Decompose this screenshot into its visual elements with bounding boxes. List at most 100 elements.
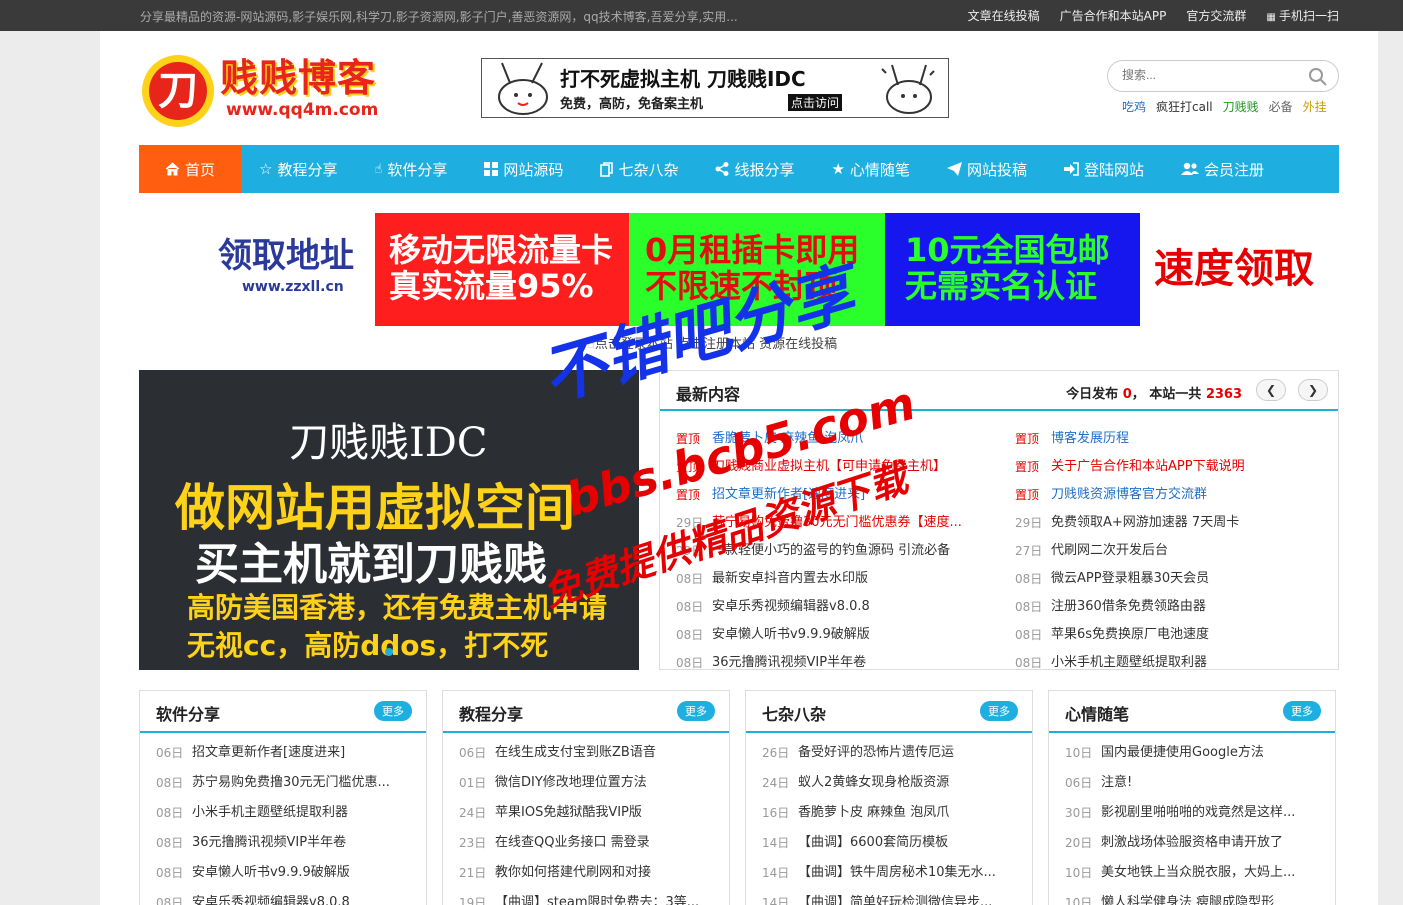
item-title[interactable]: 微信DIY修改地理位置方法 (495, 773, 715, 803)
more-button[interactable]: 更多 (1283, 701, 1321, 721)
more-button[interactable]: 更多 (677, 701, 715, 721)
promo-banner[interactable]: 领取地址 www.zzxll.cn 移动无限流量卡 真实流量95% 0月租插卡即… (210, 213, 1340, 326)
item-title[interactable]: 小米手机主题壁纸提取利器 (192, 803, 412, 833)
search-icon[interactable] (1308, 67, 1328, 87)
list-item[interactable]: 08日 小米手机主题壁纸提取利器 (156, 803, 426, 833)
item-title[interactable]: 安卓懒人听书v9.9.9破解版 (192, 863, 412, 893)
list-item[interactable]: 08日 36元撸腾讯视频VIP半年卷 (156, 833, 426, 863)
item-title[interactable]: 36元撸腾讯视频VIP半年卷 (192, 833, 412, 863)
item-title[interactable]: 刀贱贱资源博客官方交流群 (1051, 485, 1207, 513)
list-item[interactable]: 24日 蚁人2黄蜂女现身枪版资源 (762, 773, 1032, 803)
top-link-ad-app[interactable]: 广告合作和本站APP (1060, 7, 1167, 24)
hotword-link[interactable]: 必备 (1269, 98, 1293, 115)
item-title[interactable]: 苏宁易购免费撸30元无门槛优惠... (192, 773, 412, 803)
nav-software[interactable]: ☝ 软件分享 (356, 145, 466, 193)
list-item[interactable]: 置顶 刀贱贱商业虚拟主机【可申请免费主机】 (676, 457, 996, 485)
item-title[interactable]: 招文章更新作者[速度进来] (712, 485, 865, 513)
list-item[interactable]: 06日 在线生成支付宝到账ZB语音 (459, 743, 729, 773)
item-title[interactable]: 安卓乐秀视频编辑器v8.0.8 (192, 893, 412, 905)
hotword-link[interactable]: 外挂 (1303, 98, 1327, 115)
list-item[interactable]: 08日 安卓懒人听书v9.9.9破解版 (156, 863, 426, 893)
item-title[interactable]: 注意! (1101, 773, 1321, 803)
more-button[interactable]: 更多 (980, 701, 1018, 721)
item-title[interactable]: 备受好评的恐怖片遗传厄运 (798, 743, 1018, 773)
list-item[interactable]: 29日 免费领取A+网游加速器 7天周卡 (1015, 513, 1335, 541)
nav-login[interactable]: 登陆网站 (1046, 145, 1163, 193)
item-title[interactable]: 最新安卓抖音内置去水印版 (712, 569, 868, 597)
list-item[interactable]: 19日 【曲调】steam限时免费去：3等... (459, 893, 729, 905)
list-item[interactable]: 08日 微云APP登录粗暴30天会员 (1015, 569, 1335, 597)
item-title[interactable]: 博客发展历程 (1051, 429, 1129, 457)
item-title[interactable]: 刀贱贱商业虚拟主机【可申请免费主机】 (712, 457, 946, 485)
item-title[interactable]: 代刷网二次开发后台 (1051, 541, 1168, 569)
top-link-mobile-scan[interactable]: ▦ 手机扫一扫 (1266, 7, 1339, 24)
top-link-group[interactable]: 官方交流群 (1186, 7, 1246, 24)
item-title[interactable]: 刺激战场体验服资格申请开放了 (1101, 833, 1321, 863)
item-title[interactable]: 小米手机主题壁纸提取利器 (1051, 653, 1207, 669)
item-title[interactable]: 懒人科学健身法 瘦腿成隐型形 (1101, 893, 1321, 905)
hotword-link[interactable]: 吃鸡 (1122, 98, 1146, 115)
list-item[interactable]: 20日 刺激战场体验服资格申请开放了 (1065, 833, 1335, 863)
item-title[interactable]: 苹果6s免费换原厂电池速度 (1051, 625, 1209, 653)
list-item[interactable]: 24日 苹果IOS免越狱酷我VIP版 (459, 803, 729, 833)
list-item[interactable]: 08日 苹果6s免费换原厂电池速度 (1015, 625, 1335, 653)
nav-misc[interactable]: 七杂八杂 (582, 145, 697, 193)
list-item[interactable]: 06日 注意! (1065, 773, 1335, 803)
item-title[interactable]: 【曲调】steam限时免费去：3等... (495, 893, 715, 905)
list-item[interactable]: 14日 【曲调】简单好玩检测微信异步... (762, 893, 1032, 905)
list-item[interactable]: 置顶 博客发展历程 (1015, 429, 1335, 457)
list-item[interactable]: 14日 【曲调】6600套简历模板 (762, 833, 1032, 863)
list-item[interactable]: 21日 教你如何搭建代刷网和对接 (459, 863, 729, 893)
list-item[interactable]: 08日 苏宁易购免费撸30元无门槛优惠... (156, 773, 426, 803)
item-title[interactable]: 招文章更新作者[速度进来] (192, 743, 412, 773)
item-title[interactable]: 关于广告合作和本站APP下载说明 (1051, 457, 1245, 485)
nav-source-code[interactable]: 网站源码 (466, 145, 582, 193)
list-item[interactable]: 10日 国内最便捷使用Google方法 (1065, 743, 1335, 773)
list-item[interactable]: 23日 在线查QQ业务接口 需登录 (459, 833, 729, 863)
list-item[interactable]: 08日 注册360借条免费领路由器 (1015, 597, 1335, 625)
slider-dot[interactable] (385, 648, 393, 656)
list-item[interactable]: 置顶 香脆萝卜皮 麻辣鱼 泡凤爪 (676, 429, 996, 457)
nav-notes[interactable]: ★ 心情随笔 (813, 145, 928, 193)
item-title[interactable]: 苹果IOS免越狱酷我VIP版 (495, 803, 715, 833)
item-title[interactable]: 蚁人2黄蜂女现身枪版资源 (798, 773, 1018, 803)
top-link-submit[interactable]: 文章在线投稿 (968, 7, 1040, 24)
list-item[interactable]: 27日 代刷网二次开发后台 (1015, 541, 1335, 569)
item-title[interactable]: 【曲调】6600套简历模板 (798, 833, 1018, 863)
list-item[interactable]: 置顶 招文章更新作者[速度进来] (676, 485, 996, 513)
item-title[interactable]: 免费领取A+网游加速器 7天周卡 (1051, 513, 1239, 541)
list-item[interactable]: 置顶 刀贱贱资源博客官方交流群 (1015, 485, 1335, 513)
item-title[interactable]: 香脆萝卜皮 麻辣鱼 泡凤爪 (798, 803, 1018, 833)
list-item[interactable]: 06日 招文章更新作者[速度进来] (156, 743, 426, 773)
list-item[interactable]: 08日 安卓乐秀视频编辑器v8.0.8 (676, 597, 996, 625)
nav-register[interactable]: 会员注册 (1163, 145, 1283, 193)
search-input[interactable] (1122, 68, 1302, 82)
login-register-submit-links[interactable]: ☝点击登录本站 点击注册本站 资源在线投稿 (587, 333, 837, 352)
list-item[interactable]: 14日 【曲调】铁牛周房秘术10集无水... (762, 863, 1032, 893)
item-title[interactable]: 在线生成支付宝到账ZB语音 (495, 743, 715, 773)
item-title[interactable]: 安卓乐秀视频编辑器v8.0.8 (712, 597, 870, 625)
header-ad-button[interactable]: 点击访问 (788, 94, 843, 111)
header-ad-banner[interactable]: 打不死虚拟主机 刀贱贱IDC 免费，高防，免备案主机 点击访问 (481, 58, 949, 118)
more-button[interactable]: 更多 (374, 701, 412, 721)
list-item[interactable]: 29日 一款轻便小巧的盗号的钓鱼源码 引流必备 (676, 541, 996, 569)
list-item[interactable]: 30日 影视剧里啪啪啪的戏竟然是这样... (1065, 803, 1335, 833)
list-item[interactable]: 08日 最新安卓抖音内置去水印版 (676, 569, 996, 597)
list-item[interactable]: 08日 小米手机主题壁纸提取利器 (1015, 653, 1335, 669)
list-item[interactable]: 26日 备受好评的恐怖片遗传厄运 (762, 743, 1032, 773)
list-item[interactable]: 10日 美女地铁上当众脱衣服，大妈上... (1065, 863, 1335, 893)
nav-submit[interactable]: 网站投稿 (929, 145, 1046, 193)
item-title[interactable]: 苏宁易购免费撸30元无门槛优惠券【速度... (712, 513, 962, 541)
nav-home[interactable]: 首页 (139, 145, 242, 193)
hotword-link[interactable]: 刀贱贱 (1223, 98, 1259, 115)
item-title[interactable]: 香脆萝卜皮 麻辣鱼 泡凤爪 (712, 429, 863, 457)
item-title[interactable]: 微云APP登录粗暴30天会员 (1051, 569, 1209, 597)
item-title[interactable]: 在线查QQ业务接口 需登录 (495, 833, 715, 863)
item-title[interactable]: 美女地铁上当众脱衣服，大妈上... (1101, 863, 1321, 893)
item-title[interactable]: 影视剧里啪啪啪的戏竟然是这样... (1101, 803, 1321, 833)
list-item[interactable]: 置顶 关于广告合作和本站APP下载说明 (1015, 457, 1335, 485)
item-title[interactable]: 国内最便捷使用Google方法 (1101, 743, 1321, 773)
next-button[interactable]: ❯ (1298, 379, 1328, 401)
prev-button[interactable]: ❮ (1256, 379, 1286, 401)
site-logo[interactable]: 刀 贱贱博客 www.qq4m.com (140, 54, 410, 128)
